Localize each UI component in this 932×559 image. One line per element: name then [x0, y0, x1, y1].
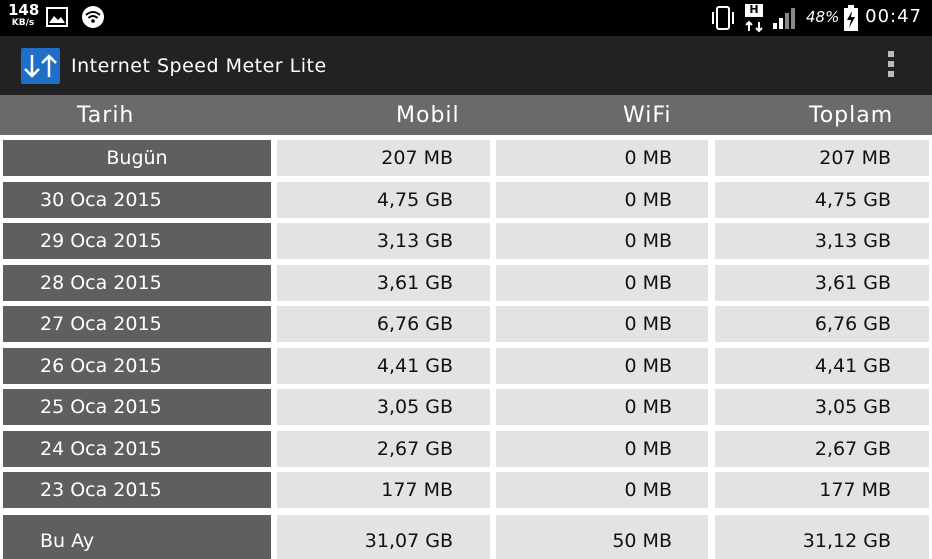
- status-clock: 00:47: [865, 6, 922, 27]
- total-cell: 3,05 GB: [715, 389, 929, 425]
- total-cell: 177 MB: [715, 472, 929, 508]
- network-speed-indicator: 148 KB/s: [8, 1, 40, 28]
- battery-charging-icon: [843, 5, 859, 36]
- date-cell: Bugün: [3, 140, 271, 176]
- total-cell: 4,75 GB: [715, 182, 929, 218]
- app-logo-icon: [21, 48, 60, 84]
- header-mobile: Mobil: [396, 103, 460, 128]
- table-header: Tarih Mobil WiFi Toplam: [0, 95, 932, 135]
- mobile-cell: 4,41 GB: [277, 348, 490, 384]
- header-total: Toplam: [809, 103, 894, 128]
- month-wifi-cell: 50 MB: [496, 515, 708, 559]
- table-row: 23 Oca 2015 177 MB 0 MB 177 MB: [0, 472, 932, 508]
- wifi-cell: 0 MB: [496, 140, 708, 176]
- date-cell: 23 Oca 2015: [3, 472, 271, 508]
- date-cell: 28 Oca 2015: [3, 265, 271, 301]
- action-bar: Internet Speed Meter Lite: [0, 36, 932, 95]
- total-cell: 6,76 GB: [715, 306, 929, 342]
- signal-strength-icon: [772, 6, 800, 34]
- table-row: 26 Oca 2015 4,41 GB 0 MB 4,41 GB: [0, 348, 932, 384]
- status-bar: 148 KB/s H 48% 00:47: [0, 0, 932, 36]
- wifi-cell: 0 MB: [496, 306, 708, 342]
- header-wifi: WiFi: [623, 103, 672, 128]
- wifi-notification-icon: [80, 5, 106, 33]
- date-cell: 25 Oca 2015: [3, 389, 271, 425]
- date-cell: 26 Oca 2015: [3, 348, 271, 384]
- table-row: Bugün 207 MB 0 MB 207 MB: [0, 140, 932, 176]
- total-cell: 3,61 GB: [715, 265, 929, 301]
- wifi-cell: 0 MB: [496, 431, 708, 467]
- header-date: Tarih: [77, 103, 135, 128]
- wifi-cell: 0 MB: [496, 389, 708, 425]
- mobile-cell: 4,75 GB: [277, 182, 490, 218]
- monthly-total-row: Bu Ay 31,07 GB 50 MB 31,12 GB: [0, 515, 932, 559]
- network-type-icon: H: [742, 3, 768, 33]
- network-speed-value: 148: [8, 1, 40, 19]
- table-row: 24 Oca 2015 2,67 GB 0 MB 2,67 GB: [0, 431, 932, 467]
- month-mobile-cell: 31,07 GB: [277, 515, 490, 559]
- total-cell: 2,67 GB: [715, 431, 929, 467]
- total-cell: 4,41 GB: [715, 348, 929, 384]
- table-row: 29 Oca 2015 3,13 GB 0 MB 3,13 GB: [0, 223, 932, 259]
- date-cell: 29 Oca 2015: [3, 223, 271, 259]
- battery-percent: 48%: [806, 8, 840, 26]
- app-title: Internet Speed Meter Lite: [71, 55, 327, 77]
- mobile-cell: 3,13 GB: [277, 223, 490, 259]
- date-cell: 27 Oca 2015: [3, 306, 271, 342]
- table-row: 25 Oca 2015 3,05 GB 0 MB 3,05 GB: [0, 389, 932, 425]
- mobile-cell: 207 MB: [277, 140, 490, 176]
- network-type-label: H: [749, 3, 759, 16]
- mobile-cell: 3,05 GB: [277, 389, 490, 425]
- table-row: 27 Oca 2015 6,76 GB 0 MB 6,76 GB: [0, 306, 932, 342]
- wifi-cell: 0 MB: [496, 265, 708, 301]
- image-notification-icon: [46, 7, 68, 31]
- total-cell: 3,13 GB: [715, 223, 929, 259]
- mobile-cell: 177 MB: [277, 472, 490, 508]
- mobile-cell: 3,61 GB: [277, 265, 490, 301]
- wifi-cell: 0 MB: [496, 223, 708, 259]
- mobile-cell: 6,76 GB: [277, 306, 490, 342]
- wifi-cell: 0 MB: [496, 472, 708, 508]
- month-label-cell: Bu Ay: [3, 515, 271, 559]
- network-speed-unit: KB/s: [11, 18, 35, 28]
- month-total-cell: 31,12 GB: [715, 515, 929, 559]
- date-cell: 24 Oca 2015: [3, 431, 271, 467]
- mobile-cell: 2,67 GB: [277, 431, 490, 467]
- total-cell: 207 MB: [715, 140, 929, 176]
- date-cell: 30 Oca 2015: [3, 182, 271, 218]
- wifi-cell: 0 MB: [496, 348, 708, 384]
- table-row: 30 Oca 2015 4,75 GB 0 MB 4,75 GB: [0, 182, 932, 218]
- wifi-cell: 0 MB: [496, 182, 708, 218]
- overflow-menu-icon[interactable]: [884, 51, 898, 81]
- vibrate-icon: [709, 4, 737, 36]
- table-row: 28 Oca 2015 3,61 GB 0 MB 3,61 GB: [0, 265, 932, 301]
